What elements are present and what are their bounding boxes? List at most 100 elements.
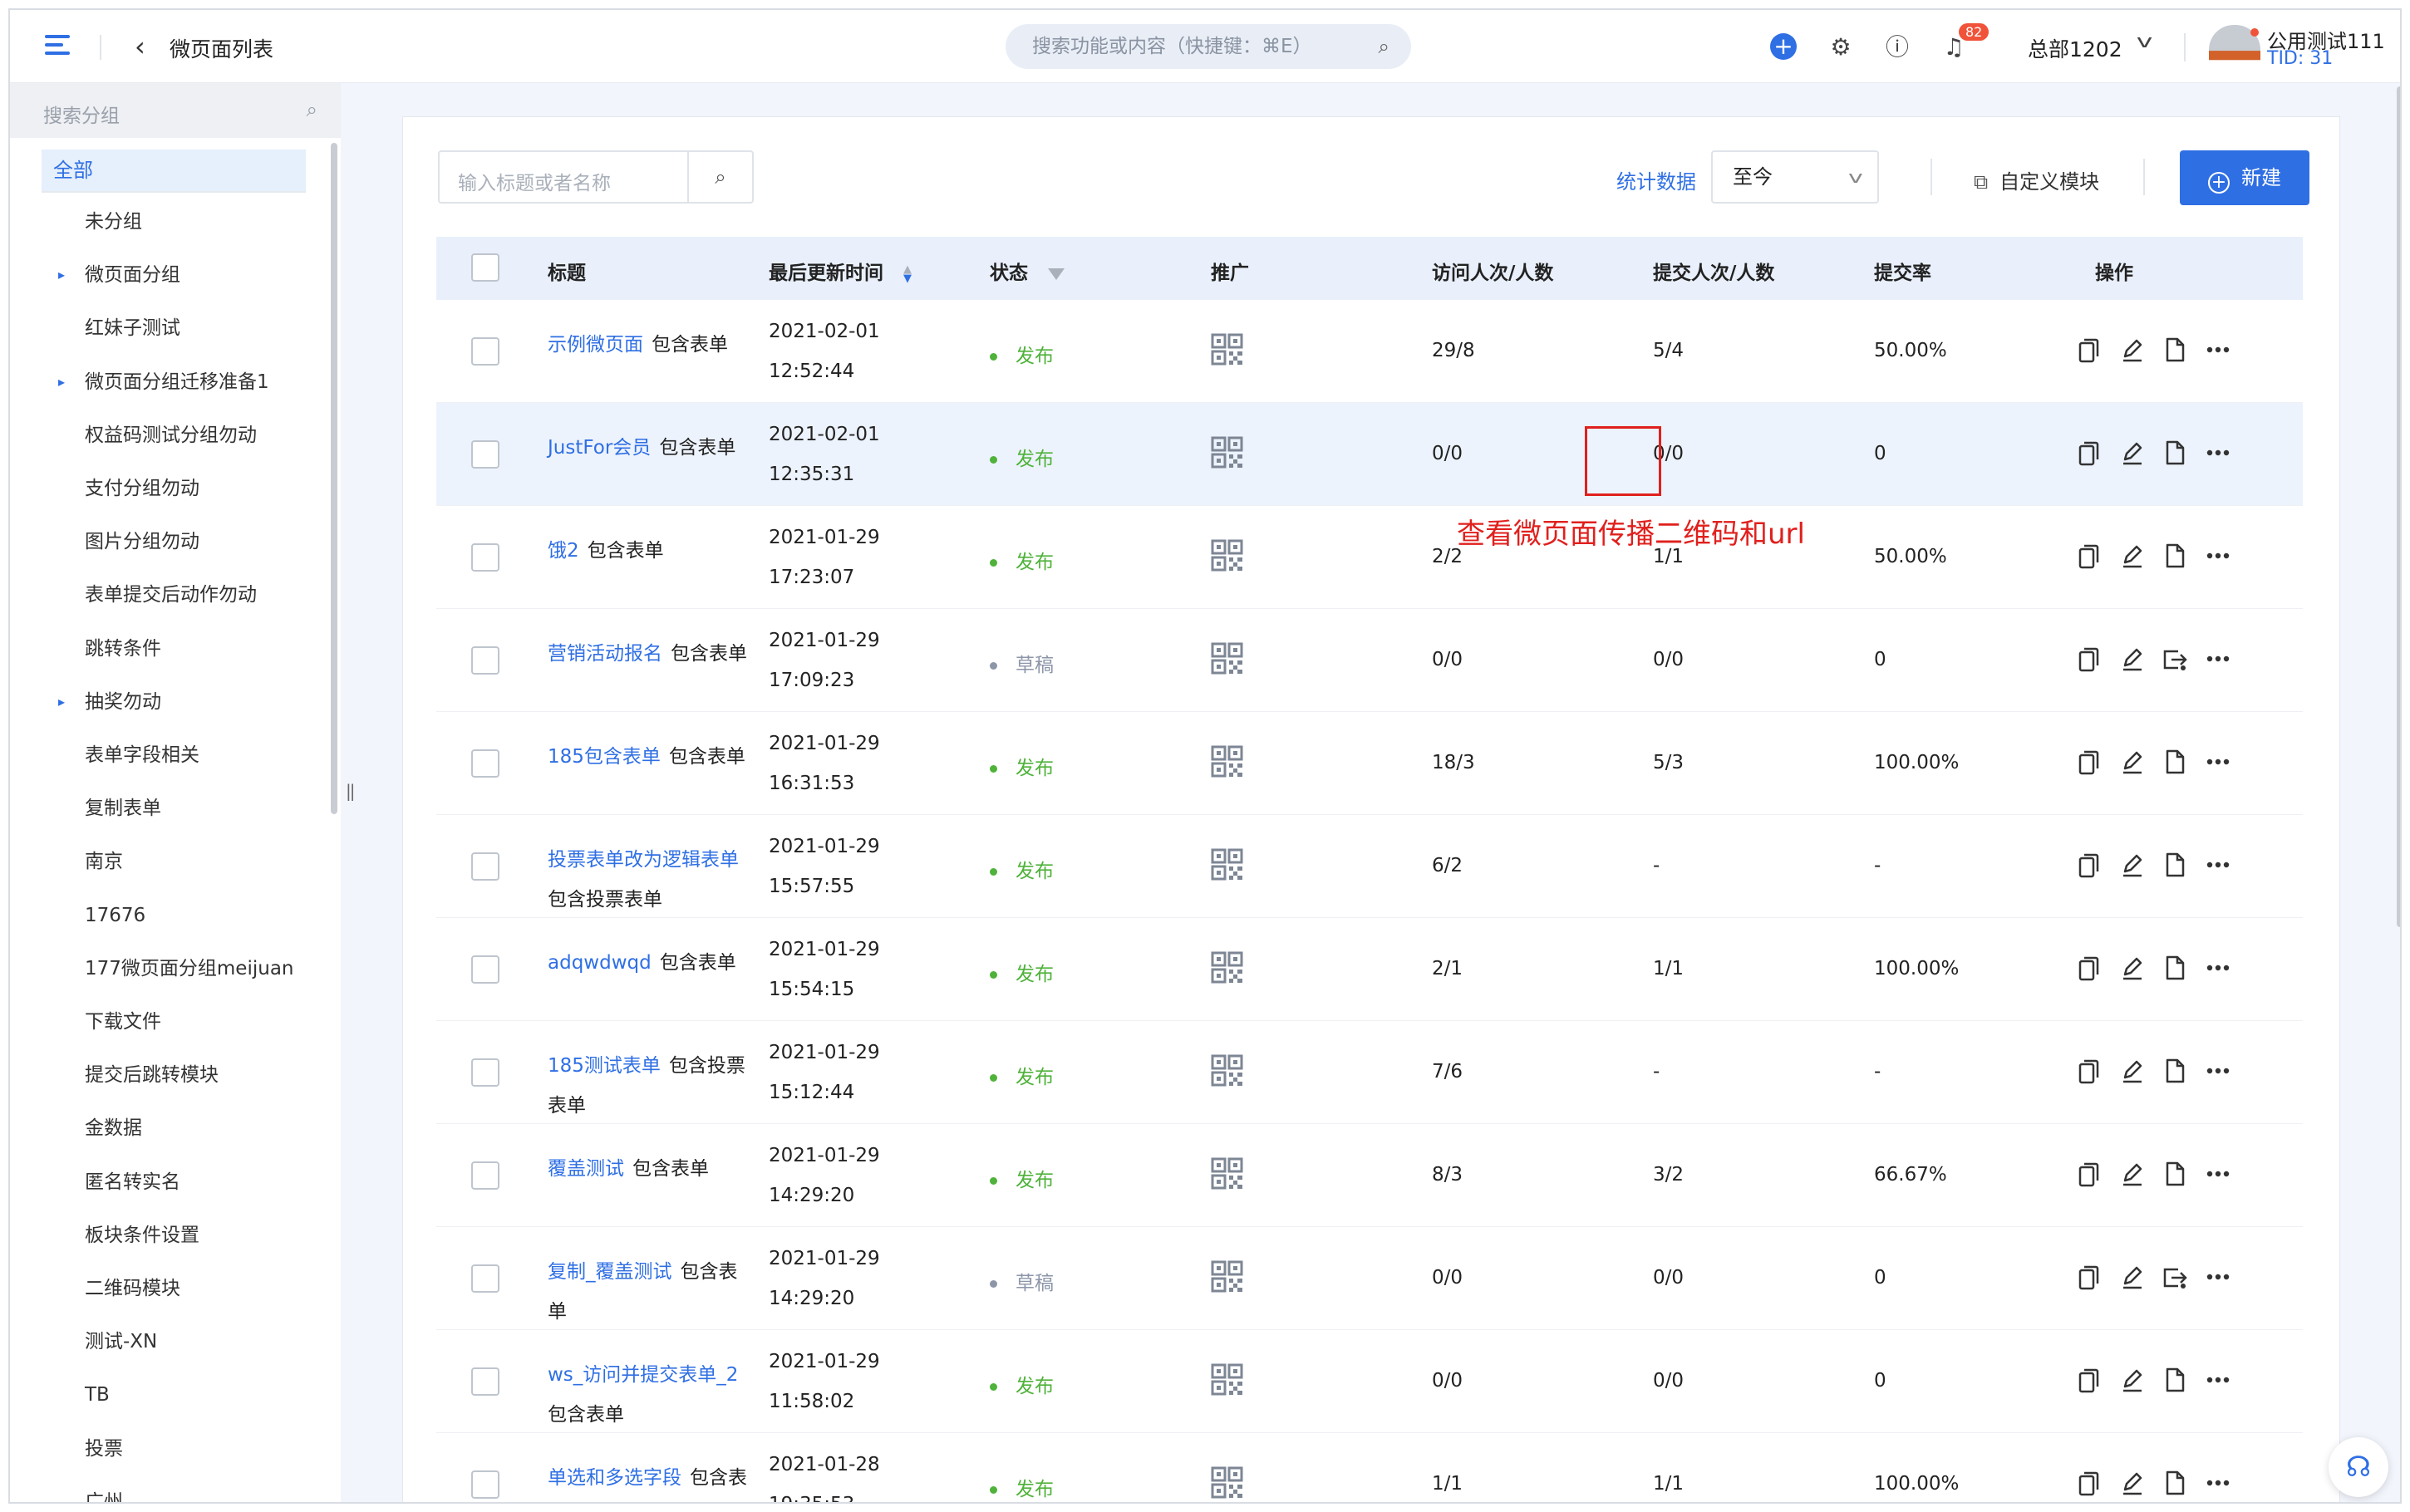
page-title-link[interactable]: 单选和多选字段 [548,1467,681,1489]
table-row[interactable]: 营销活动报名 包含表单 2021-01-29 17:09:23 草稿 0/0 0/0 0 [436,609,2303,712]
document-icon[interactable] [2158,1363,2191,1397]
sidebar-group-item[interactable]: 板块条件设置 [85,1219,199,1252]
back-icon[interactable]: ‹ [135,33,145,60]
sidebar-group-item[interactable]: 红妹子测试 [85,312,180,345]
sidebar-group-item[interactable]: 17676 [85,899,145,932]
copy-icon[interactable] [2072,745,2105,778]
document-icon[interactable] [2158,1466,2191,1500]
row-checkbox[interactable] [471,852,499,881]
qr-code-icon[interactable] [1211,1054,1244,1087]
table-row[interactable]: 185包含表单 包含表单 2021-01-29 16:31:53 发布 18/3 5/3 10… [436,712,2303,815]
copy-icon[interactable] [2072,848,2105,881]
document-icon[interactable] [2158,848,2191,881]
sidebar-scrollbar[interactable] [331,143,337,814]
sidebar-group-item[interactable]: 未分组 [85,205,142,238]
menu-icon[interactable] [45,35,70,56]
table-row[interactable]: 覆盖测试 包含表单 2021-01-29 14:29:20 发布 8/3 3/2 66.67% [436,1124,2303,1227]
sidebar-group-item[interactable]: 二维码模块 [85,1272,180,1305]
page-title-link[interactable]: adqwdwqd [548,952,652,974]
more-icon[interactable] [2201,848,2235,881]
qr-code-icon[interactable] [1211,1157,1244,1190]
sidebar-group-item[interactable]: 表单字段相关 [85,739,199,772]
column-header-status[interactable]: 状态 [990,257,1065,285]
sidebar-group-item[interactable]: 表单提交后动作勿动 [85,578,257,611]
table-row[interactable]: 复制_覆盖测试 包含表单 2021-01-29 14:29:20 草稿 0/0 0/0 0 [436,1227,2303,1330]
row-checkbox[interactable] [471,543,499,572]
row-checkbox[interactable] [471,646,499,675]
document-icon[interactable] [2158,333,2191,366]
sidebar-group-item[interactable]: 下载文件 [85,1005,161,1038]
qr-code-icon[interactable] [1211,539,1244,572]
copy-icon[interactable] [2072,1157,2105,1190]
sidebar-group-item[interactable]: ▸ 微页面分组 [58,258,180,292]
caret-right-icon[interactable]: ▸ [58,258,65,292]
more-icon[interactable] [2201,539,2235,572]
document-icon[interactable] [2158,1054,2191,1087]
edit-icon[interactable] [2115,951,2148,984]
copy-icon[interactable] [2072,1466,2105,1500]
sidebar-collapse-handle[interactable]: || [346,781,356,801]
document-icon[interactable] [2158,1157,2191,1190]
qr-code-icon[interactable] [1211,745,1244,778]
row-checkbox[interactable] [471,1264,499,1293]
add-icon[interactable]: + [1770,33,1798,61]
support-icon[interactable]: ☊ [2329,1437,2388,1497]
edit-icon[interactable] [2115,642,2148,675]
search-icon[interactable]: ⌕ [307,98,317,121]
table-row[interactable]: JustFor会员 包含表单 2021-02-01 12:35:31 发布 0/0 0/0 0 [436,403,2303,506]
qr-code-icon[interactable] [1211,333,1244,366]
sidebar-group-item[interactable]: 匿名转实名 [85,1166,180,1199]
sidebar-group-item[interactable]: TB [85,1378,110,1411]
org-selector[interactable]: 总部1202 [2028,33,2122,63]
qr-code-icon[interactable] [1211,1363,1244,1397]
sidebar-group-item[interactable]: 权益码测试分组勿动 [85,419,257,452]
document-icon[interactable] [2158,951,2191,984]
sidebar-group-item[interactable]: 复制表单 [85,792,161,825]
sidebar-group-item[interactable]: 提交后跳转模块 [85,1058,219,1092]
document-icon[interactable] [2158,745,2191,778]
row-checkbox[interactable] [471,1367,499,1396]
copy-icon[interactable] [2072,333,2105,366]
table-row[interactable]: 单选和多选字段包含表单 2021-01-28 19:35:53 发布 1/1 1/1 100… [436,1433,2303,1502]
sidebar-group-item[interactable]: 177微页面分组meijuan [85,952,293,985]
table-row[interactable]: 示例微页面 包含表单 2021-02-01 12:52:44 发布 29/8 5/4 50.0… [436,300,2303,403]
more-icon[interactable] [2201,745,2235,778]
qr-code-icon[interactable] [1211,848,1244,881]
edit-icon[interactable] [2115,1054,2148,1087]
sidebar-item-all[interactable]: 全部 [42,150,306,191]
custom-module-button[interactable]: ⧉ 自定义模块 [1974,165,2099,194]
copy-icon[interactable] [2072,1260,2105,1294]
page-title-link[interactable]: 投票表单改为逻辑表单 [548,849,739,871]
page-scrollbar[interactable] [2397,86,2400,927]
edit-icon[interactable] [2115,436,2148,469]
search-icon[interactable]: ⌕ [1379,24,1389,69]
more-icon[interactable] [2201,951,2235,984]
publish-icon[interactable] [2158,642,2191,675]
edit-icon[interactable] [2115,1157,2148,1190]
edit-icon[interactable] [2115,848,2148,881]
group-search-input[interactable]: 搜索分组 ⌕ [10,83,341,138]
sidebar-group-item[interactable]: ▸ 微页面分组迁移准备1 [58,366,269,399]
sidebar-group-item[interactable]: 南京 [85,845,123,878]
settings-icon[interactable]: ⚙ [1827,33,1855,61]
new-button[interactable]: + 新建 [2180,150,2309,205]
publish-icon[interactable] [2158,1260,2191,1294]
copy-icon[interactable] [2072,642,2105,675]
page-title-link[interactable]: 营销活动报名 [548,643,662,665]
qr-code-icon[interactable] [1211,1466,1244,1500]
row-checkbox[interactable] [471,337,499,366]
sidebar-group-item[interactable]: 测试-XN [85,1325,157,1358]
search-button[interactable]: ⌕ [687,152,752,202]
chevron-down-icon[interactable]: v [2137,32,2153,52]
more-icon[interactable] [2201,436,2235,469]
sidebar-group-item[interactable]: 广州 [85,1485,123,1502]
select-all-checkbox[interactable] [471,253,499,282]
edit-icon[interactable] [2115,1466,2148,1500]
filter-icon[interactable] [1048,268,1065,280]
row-checkbox[interactable] [471,749,499,778]
caret-right-icon[interactable]: ▸ [58,366,65,399]
edit-icon[interactable] [2115,745,2148,778]
page-title-link[interactable]: JustFor会员 [548,437,651,459]
more-icon[interactable] [2201,1054,2235,1087]
copy-icon[interactable] [2072,1363,2105,1397]
